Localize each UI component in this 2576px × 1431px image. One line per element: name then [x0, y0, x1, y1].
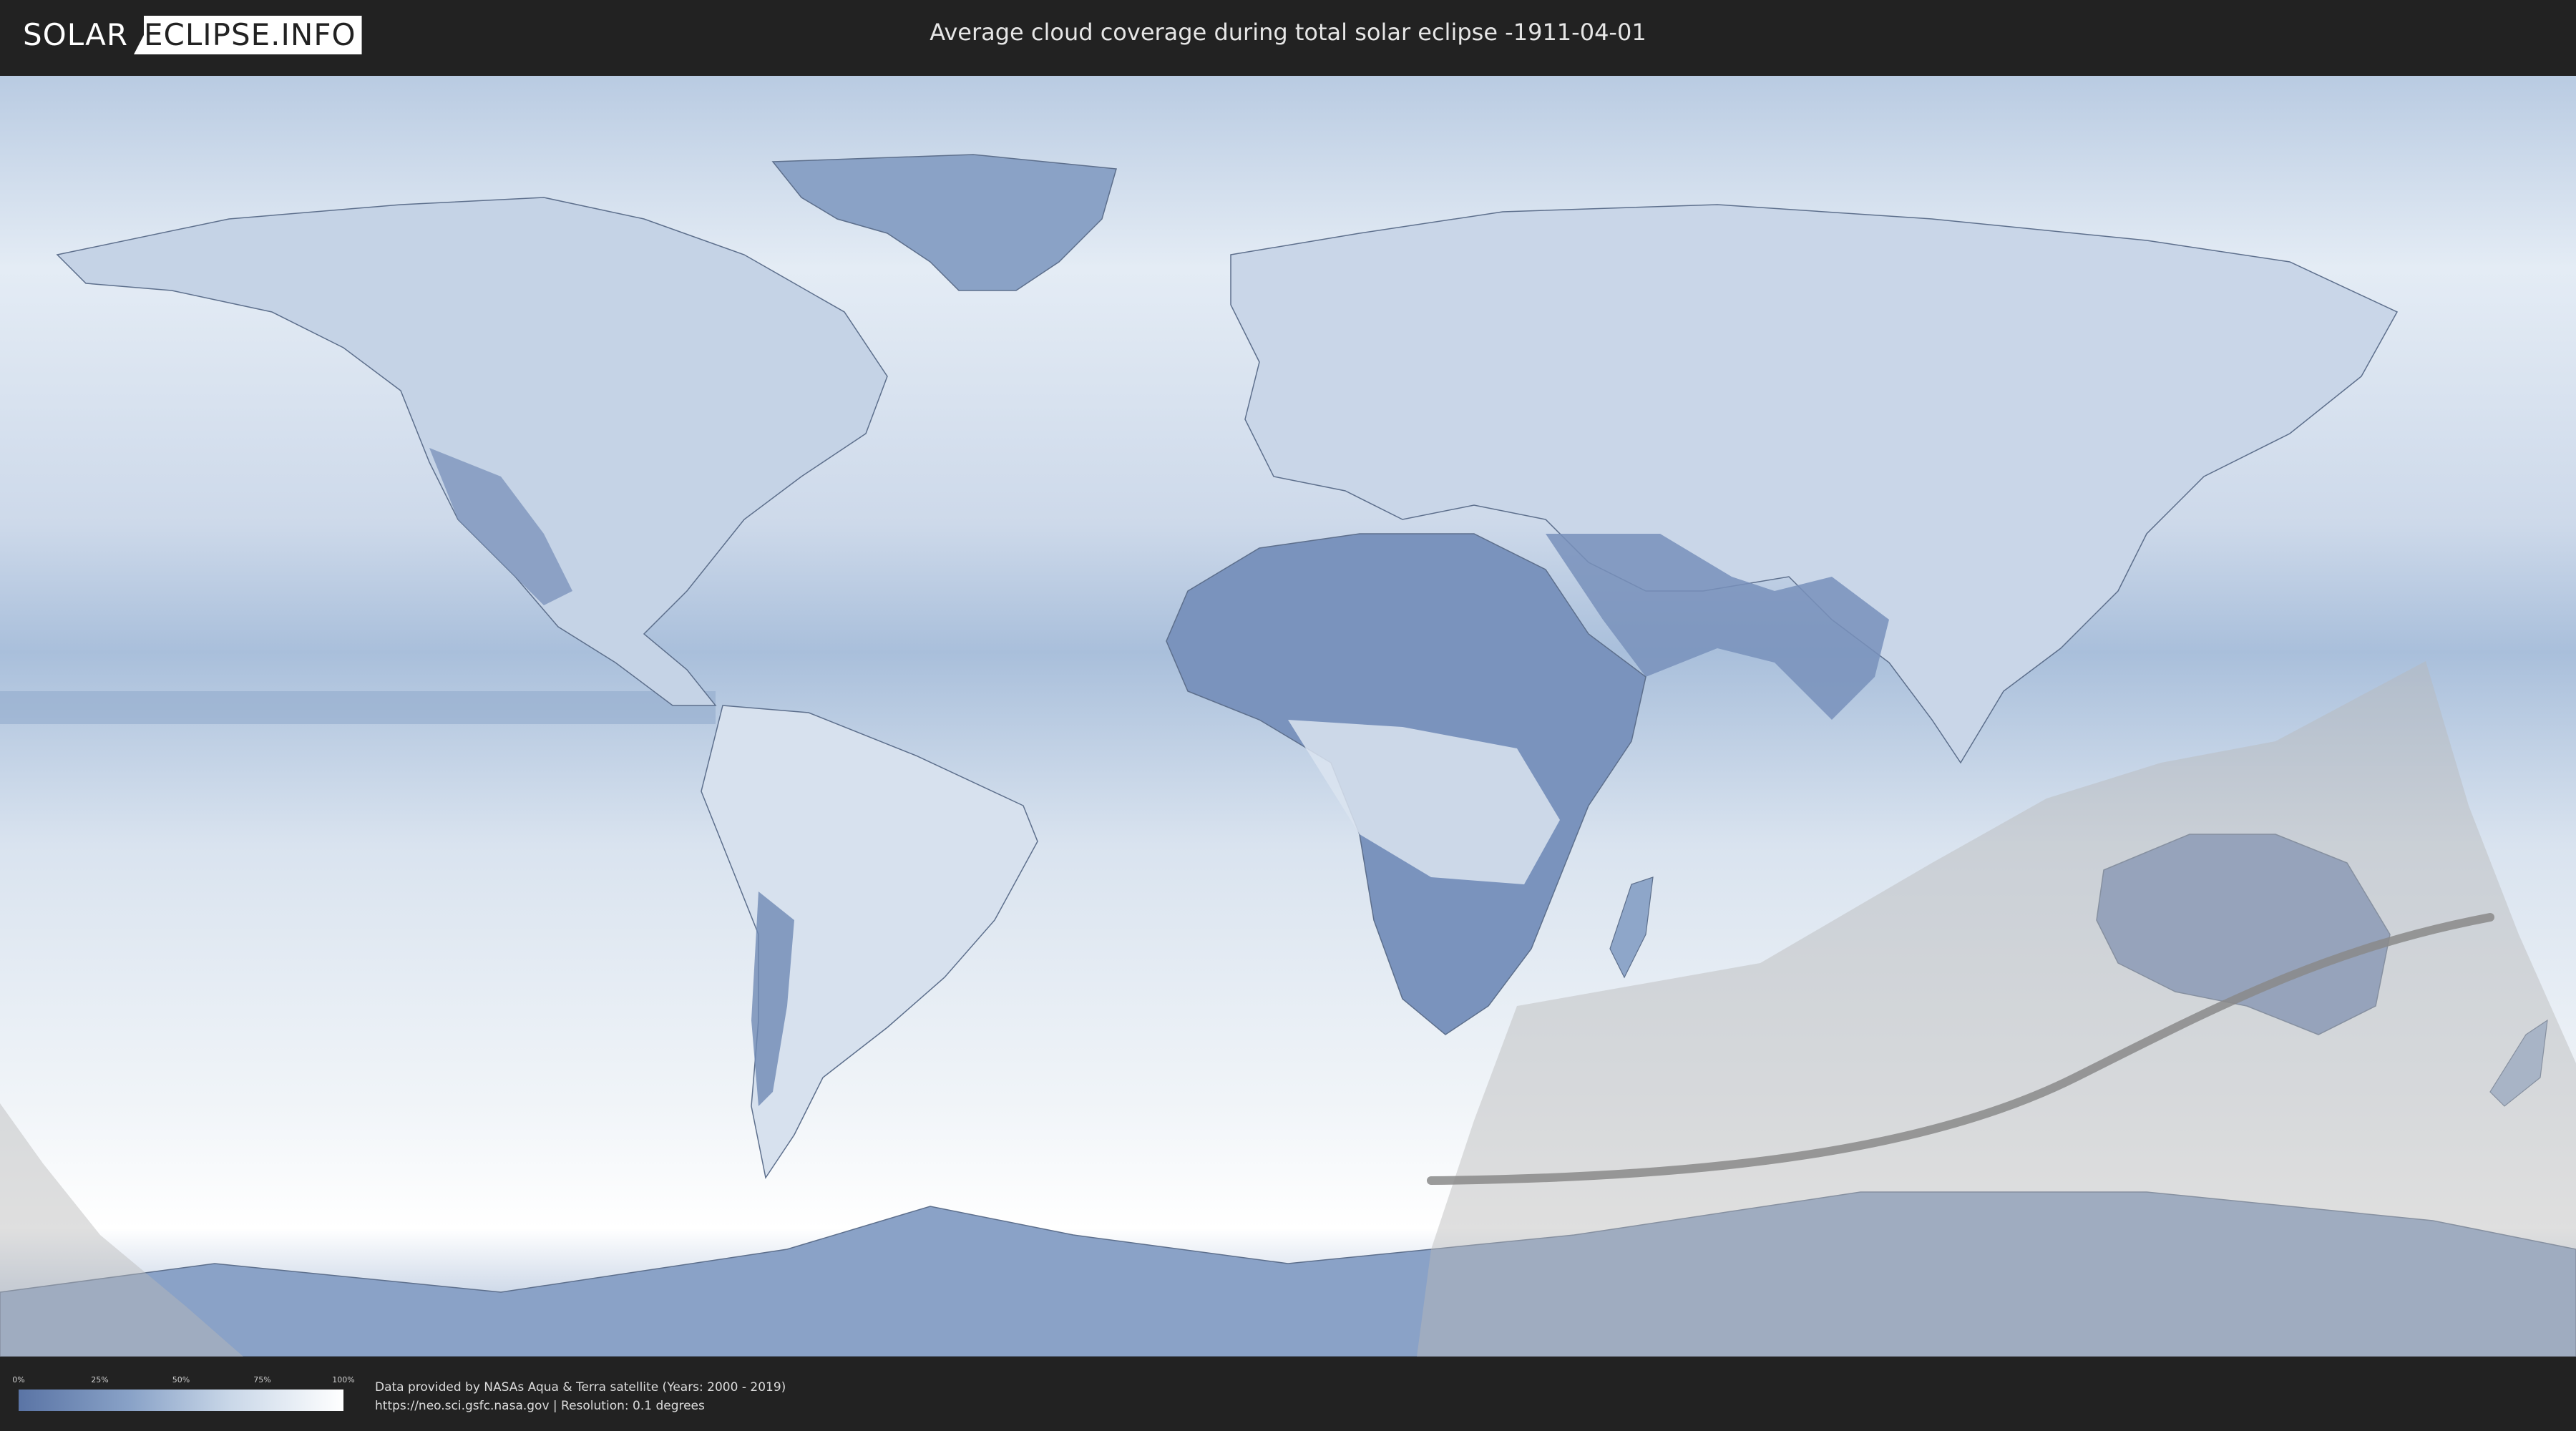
- credit-line-source: Data provided by NASAs Aqua & Terra sate…: [375, 1380, 786, 1395]
- data-credits: Data provided by NASAs Aqua & Terra sate…: [375, 1378, 786, 1415]
- legend-gradient-bar: [19, 1390, 343, 1411]
- header-bar: SOLAR ECLIPSE.INFO Average cloud coverag…: [0, 0, 2576, 73]
- legend-tick: 0%: [12, 1375, 25, 1384]
- page-title: Average cloud coverage during total sola…: [930, 19, 1646, 46]
- legend-tick: 25%: [91, 1375, 109, 1384]
- legend-tick: 100%: [332, 1375, 355, 1384]
- itcz-cloud-band: [0, 691, 716, 724]
- legend-tick: 50%: [172, 1375, 190, 1384]
- world-map-svg: [0, 76, 2576, 1357]
- cloud-coverage-legend: 0% 25% 50% 75% 100%: [12, 1375, 355, 1411]
- legend-ticks: 0% 25% 50% 75% 100%: [12, 1375, 354, 1388]
- credit-line-url[interactable]: https://neo.sci.gsfc.nasa.gov | Resoluti…: [375, 1397, 786, 1415]
- cloud-coverage-map: [0, 76, 2576, 1357]
- footer-bar: 0% 25% 50% 75% 100% Data provided by NAS…: [0, 1357, 2576, 1431]
- legend-tick: 75%: [253, 1375, 271, 1384]
